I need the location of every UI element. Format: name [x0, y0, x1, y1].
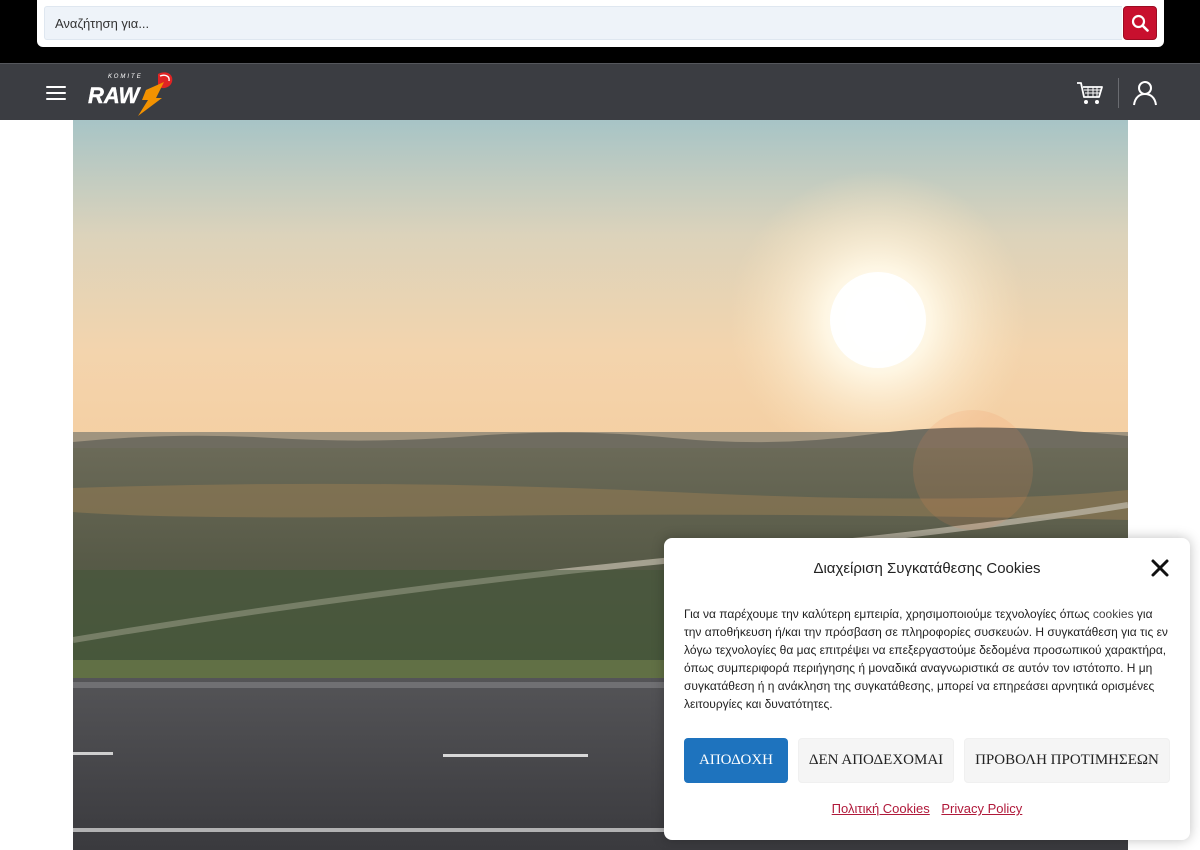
nav-divider: [1118, 78, 1119, 108]
svg-text:RAW: RAW: [88, 83, 142, 108]
header-nav-bar: ΚΟΜΙΤΕ RAW: [0, 63, 1200, 120]
deny-button[interactable]: ΔΕΝ ΑΠΟΔΕΧΟΜΑΙ: [798, 738, 954, 783]
view-preferences-button[interactable]: ΠΡΟΒΟΛΗ ΠΡΟΤΙΜΗΣΕΩΝ: [964, 738, 1170, 783]
search-button[interactable]: [1123, 6, 1157, 40]
cookie-modal-title: Διαχείριση Συγκατάθεσης Cookies: [813, 560, 1041, 577]
cookie-modal-links: Πολιτική Cookies Privacy Policy: [664, 801, 1190, 816]
top-search-strip: [0, 0, 1200, 63]
search-icon: [1131, 14, 1149, 32]
cookie-consent-modal: Διαχείριση Συγκατάθεσης Cookies Για να π…: [664, 538, 1190, 840]
search-input[interactable]: [44, 6, 1122, 40]
cart-icon[interactable]: [1076, 80, 1104, 106]
close-icon[interactable]: [1150, 558, 1170, 578]
accept-button[interactable]: ΑΠΟΔΟΧΗ: [684, 738, 788, 783]
cookie-policy-link[interactable]: Πολιτική Cookies: [832, 801, 930, 816]
cookie-body-prefix: Για να παρέχουμε την καλύτερη εμπειρία, …: [684, 607, 1093, 621]
privacy-policy-link[interactable]: Privacy Policy: [941, 801, 1022, 816]
menu-icon[interactable]: [44, 84, 68, 102]
raw-logo[interactable]: ΚΟΜΙΤΕ RAW: [86, 68, 176, 118]
user-account-icon[interactable]: [1132, 80, 1158, 106]
search-box: [37, 0, 1164, 47]
cookie-body-cookies-word: cookies: [1092, 607, 1134, 621]
svg-text:ΚΟΜΙΤΕ: ΚΟΜΙΤΕ: [108, 74, 143, 80]
cookie-modal-body: Για να παρέχουμε την καλύτερη εμπειρία, …: [684, 605, 1172, 713]
cookie-body-suffix: για την αποθήκευση ή/και την πρόσβαση σε…: [684, 607, 1168, 711]
